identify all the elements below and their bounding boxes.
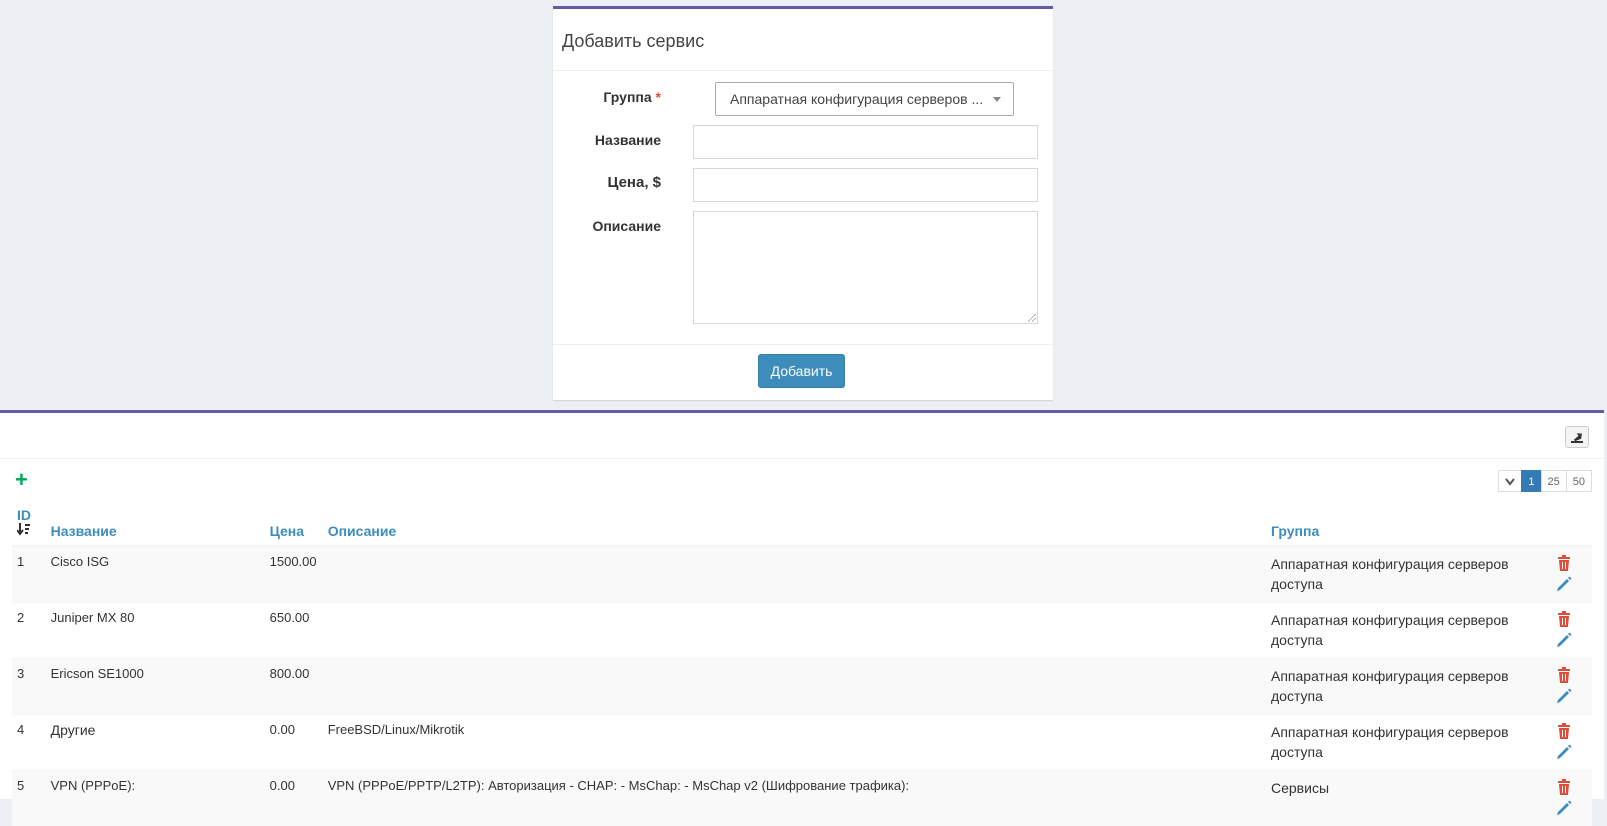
- column-header-price[interactable]: Цена: [265, 503, 323, 546]
- name-input[interactable]: [693, 125, 1038, 159]
- cell-actions: [1551, 659, 1592, 715]
- add-button[interactable]: Добавить: [758, 354, 845, 388]
- page-size-selector: 1 25 50: [1499, 470, 1592, 492]
- trash-icon[interactable]: [1556, 667, 1572, 684]
- pencil-icon[interactable]: [1556, 743, 1572, 760]
- column-header-id[interactable]: ID: [12, 503, 46, 546]
- cell-name: Cisco ISG: [46, 546, 265, 603]
- table-row: 4 Другие 0.00 FreeBSD/Linux/Mikrotik Апп…: [12, 715, 1592, 771]
- add-service-form: Добавить сервис Группа * Аппаратная конф…: [553, 6, 1053, 400]
- services-table: ID Название Цена Описание Группа 1 C: [12, 503, 1592, 826]
- cell-id: 2: [12, 603, 46, 659]
- cell-description: VPN (PPPoE/PPTP/L2TP): Авторизация - CHA…: [323, 771, 1266, 826]
- cell-id: 1: [12, 546, 46, 603]
- trash-icon[interactable]: [1556, 723, 1572, 740]
- trash-icon[interactable]: [1556, 611, 1572, 628]
- column-header-group[interactable]: Группа: [1266, 503, 1551, 546]
- panel-header: [0, 413, 1604, 459]
- group-select-value: Аппаратная конфигурация серверов ...: [730, 91, 983, 107]
- column-header-name[interactable]: Название: [46, 503, 265, 546]
- description-textarea[interactable]: [693, 211, 1038, 324]
- cell-group: Аппаратная конфигурация серверов доступа: [1266, 659, 1551, 715]
- table-row: 5 VPN (PPPoE): 0.00 VPN (PPPoE/PPTP/L2TP…: [12, 771, 1592, 826]
- cell-price: 0.00: [265, 771, 323, 826]
- cell-name: Другие: [46, 715, 265, 771]
- description-label: Описание: [592, 218, 661, 234]
- cell-price: 1500.00: [265, 546, 323, 603]
- page-size-option[interactable]: 25: [1541, 470, 1567, 492]
- cell-id: 3: [12, 659, 46, 715]
- table-row: 2 Juniper MX 80 650.00 Аппаратная конфиг…: [12, 603, 1592, 659]
- add-row-button[interactable]: +: [15, 469, 28, 491]
- pencil-icon[interactable]: [1556, 687, 1572, 704]
- required-marker: *: [656, 89, 661, 105]
- group-label: Группа *: [603, 89, 661, 105]
- price-label: Цена, $: [607, 174, 661, 191]
- chevron-down-icon: [993, 97, 1001, 102]
- column-header-actions: [1551, 503, 1592, 546]
- cell-actions: [1551, 771, 1592, 826]
- cell-price: 800.00: [265, 659, 323, 715]
- trash-icon[interactable]: [1556, 779, 1572, 796]
- cell-actions: [1551, 715, 1592, 771]
- cell-actions: [1551, 546, 1592, 603]
- cell-description: FreeBSD/Linux/Mikrotik: [323, 715, 1266, 771]
- cell-description: [323, 603, 1266, 659]
- form-title: Добавить сервис: [553, 9, 1053, 71]
- cell-price: 0.00: [265, 715, 323, 771]
- export-button[interactable]: [1565, 426, 1589, 448]
- trash-icon[interactable]: [1556, 555, 1572, 572]
- plus-icon: +: [15, 467, 28, 492]
- pencil-icon[interactable]: [1556, 575, 1572, 592]
- services-panel: + 1 25 50 ID Название Цена: [0, 410, 1604, 799]
- page-size-option[interactable]: 50: [1566, 470, 1592, 492]
- cell-name: Ericson SE1000: [46, 659, 265, 715]
- resize-handle[interactable]: [1028, 314, 1036, 322]
- cell-group: Аппаратная конфигурация серверов доступа: [1266, 715, 1551, 771]
- cell-group: Сервисы: [1266, 771, 1551, 826]
- cell-name: VPN (PPPoE):: [46, 771, 265, 826]
- sort-asc-icon: [17, 523, 31, 536]
- pencil-icon[interactable]: [1556, 631, 1572, 648]
- export-icon: [1570, 430, 1584, 444]
- cell-group: Аппаратная конфигурация серверов доступа: [1266, 546, 1551, 603]
- cell-description: [323, 659, 1266, 715]
- name-label: Название: [595, 132, 661, 148]
- table-row: 1 Cisco ISG 1500.00 Аппаратная конфигура…: [12, 546, 1592, 603]
- table-row: 3 Ericson SE1000 800.00 Аппаратная конфи…: [12, 659, 1592, 715]
- price-input[interactable]: [693, 168, 1038, 202]
- cell-id: 4: [12, 715, 46, 771]
- pencil-icon[interactable]: [1556, 799, 1572, 816]
- cell-price: 650.00: [265, 603, 323, 659]
- group-select[interactable]: Аппаратная конфигурация серверов ...: [715, 82, 1014, 116]
- table-header-row: ID Название Цена Описание Группа: [12, 503, 1592, 546]
- column-header-description[interactable]: Описание: [323, 503, 1266, 546]
- cell-description: [323, 546, 1266, 603]
- form-footer: Добавить: [553, 344, 1053, 400]
- cell-name: Juniper MX 80: [46, 603, 265, 659]
- cell-group: Аппаратная конфигурация серверов доступа: [1266, 603, 1551, 659]
- cell-actions: [1551, 603, 1592, 659]
- chevron-down-icon: [1505, 478, 1515, 486]
- cell-id: 5: [12, 771, 46, 826]
- page-size-dropdown[interactable]: [1498, 470, 1522, 492]
- page-size-option[interactable]: 1: [1521, 470, 1541, 492]
